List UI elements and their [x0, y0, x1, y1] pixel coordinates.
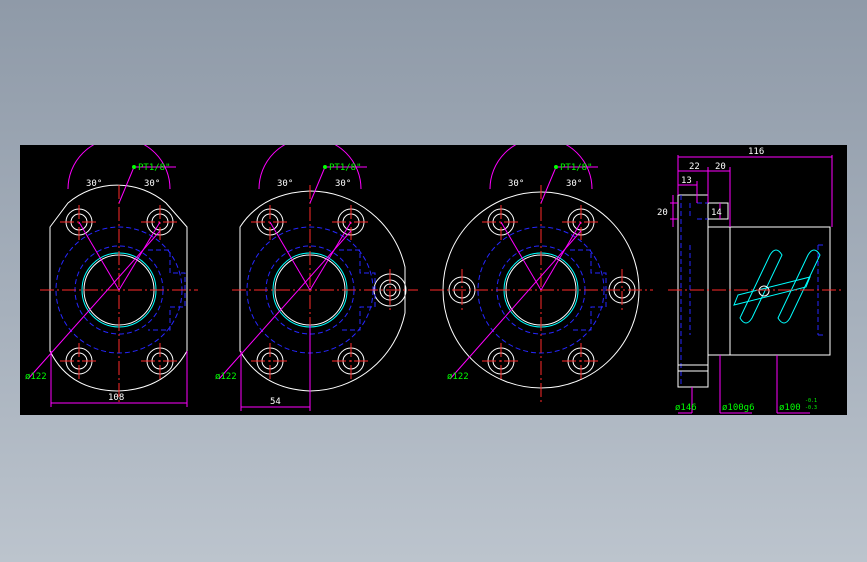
body-tol-upper: -0.1	[805, 398, 817, 404]
offset-dim-label-b: 54	[270, 397, 281, 407]
angle-left-label-b: 30°	[277, 179, 293, 189]
dim-20-top-label: 20	[715, 162, 726, 172]
body-dia-label: ø100	[779, 403, 801, 413]
overall-length-label: 116	[748, 147, 764, 157]
angle-left-label-c: 30°	[508, 179, 524, 189]
dim-13-label: 13	[681, 176, 692, 186]
centerlines-b	[232, 185, 418, 403]
angle-right-label-c: 30°	[566, 179, 582, 189]
side-flange	[677, 194, 709, 388]
pcd-label-b: ø122	[215, 372, 237, 382]
spigot-dia-label: ø100g6	[722, 403, 755, 413]
pcd-label-a: ø122	[25, 372, 47, 382]
dim-14-label: 14	[711, 208, 722, 218]
port-label-c: PT1/8"	[560, 163, 593, 173]
flange-dia-label: ø146	[675, 403, 697, 413]
cad-drawing: 30° 30° PT1/8" ø122 108 30° 30° PT1/8" ø…	[20, 145, 847, 415]
side-view: 116 22 20 13 20 14 ø146 ø100g6 ø100 -0.1…	[657, 147, 842, 414]
width-dim-label-a: 108	[108, 393, 124, 403]
angle-right-label-b: 30°	[335, 179, 351, 189]
port-label-b: PT1/8"	[329, 163, 362, 173]
front-view-c: 30° 30° PT1/8" ø122	[430, 145, 653, 403]
angle-right-label-a: 30°	[144, 179, 160, 189]
front-view-a: 30° 30° PT1/8" ø122 108	[25, 145, 198, 407]
port-symbol-b	[323, 165, 327, 169]
thread-symbol	[733, 249, 821, 324]
dimensions-a	[27, 145, 188, 407]
port-symbol-c	[554, 165, 558, 169]
body-tol-lower: -0.3	[805, 405, 817, 411]
side-spigot	[707, 226, 731, 356]
dim-20-left-label: 20	[657, 208, 668, 218]
pcd-label-c: ø122	[447, 372, 469, 382]
front-view-b: 30° 30° PT1/8" ø122 54	[215, 145, 418, 411]
dim-22-label: 22	[689, 162, 700, 172]
angle-left-label-a: 30°	[86, 179, 102, 189]
centerlines-c	[430, 185, 653, 403]
port-label-a: PT1/8"	[138, 163, 171, 173]
port-symbol-a	[132, 165, 136, 169]
